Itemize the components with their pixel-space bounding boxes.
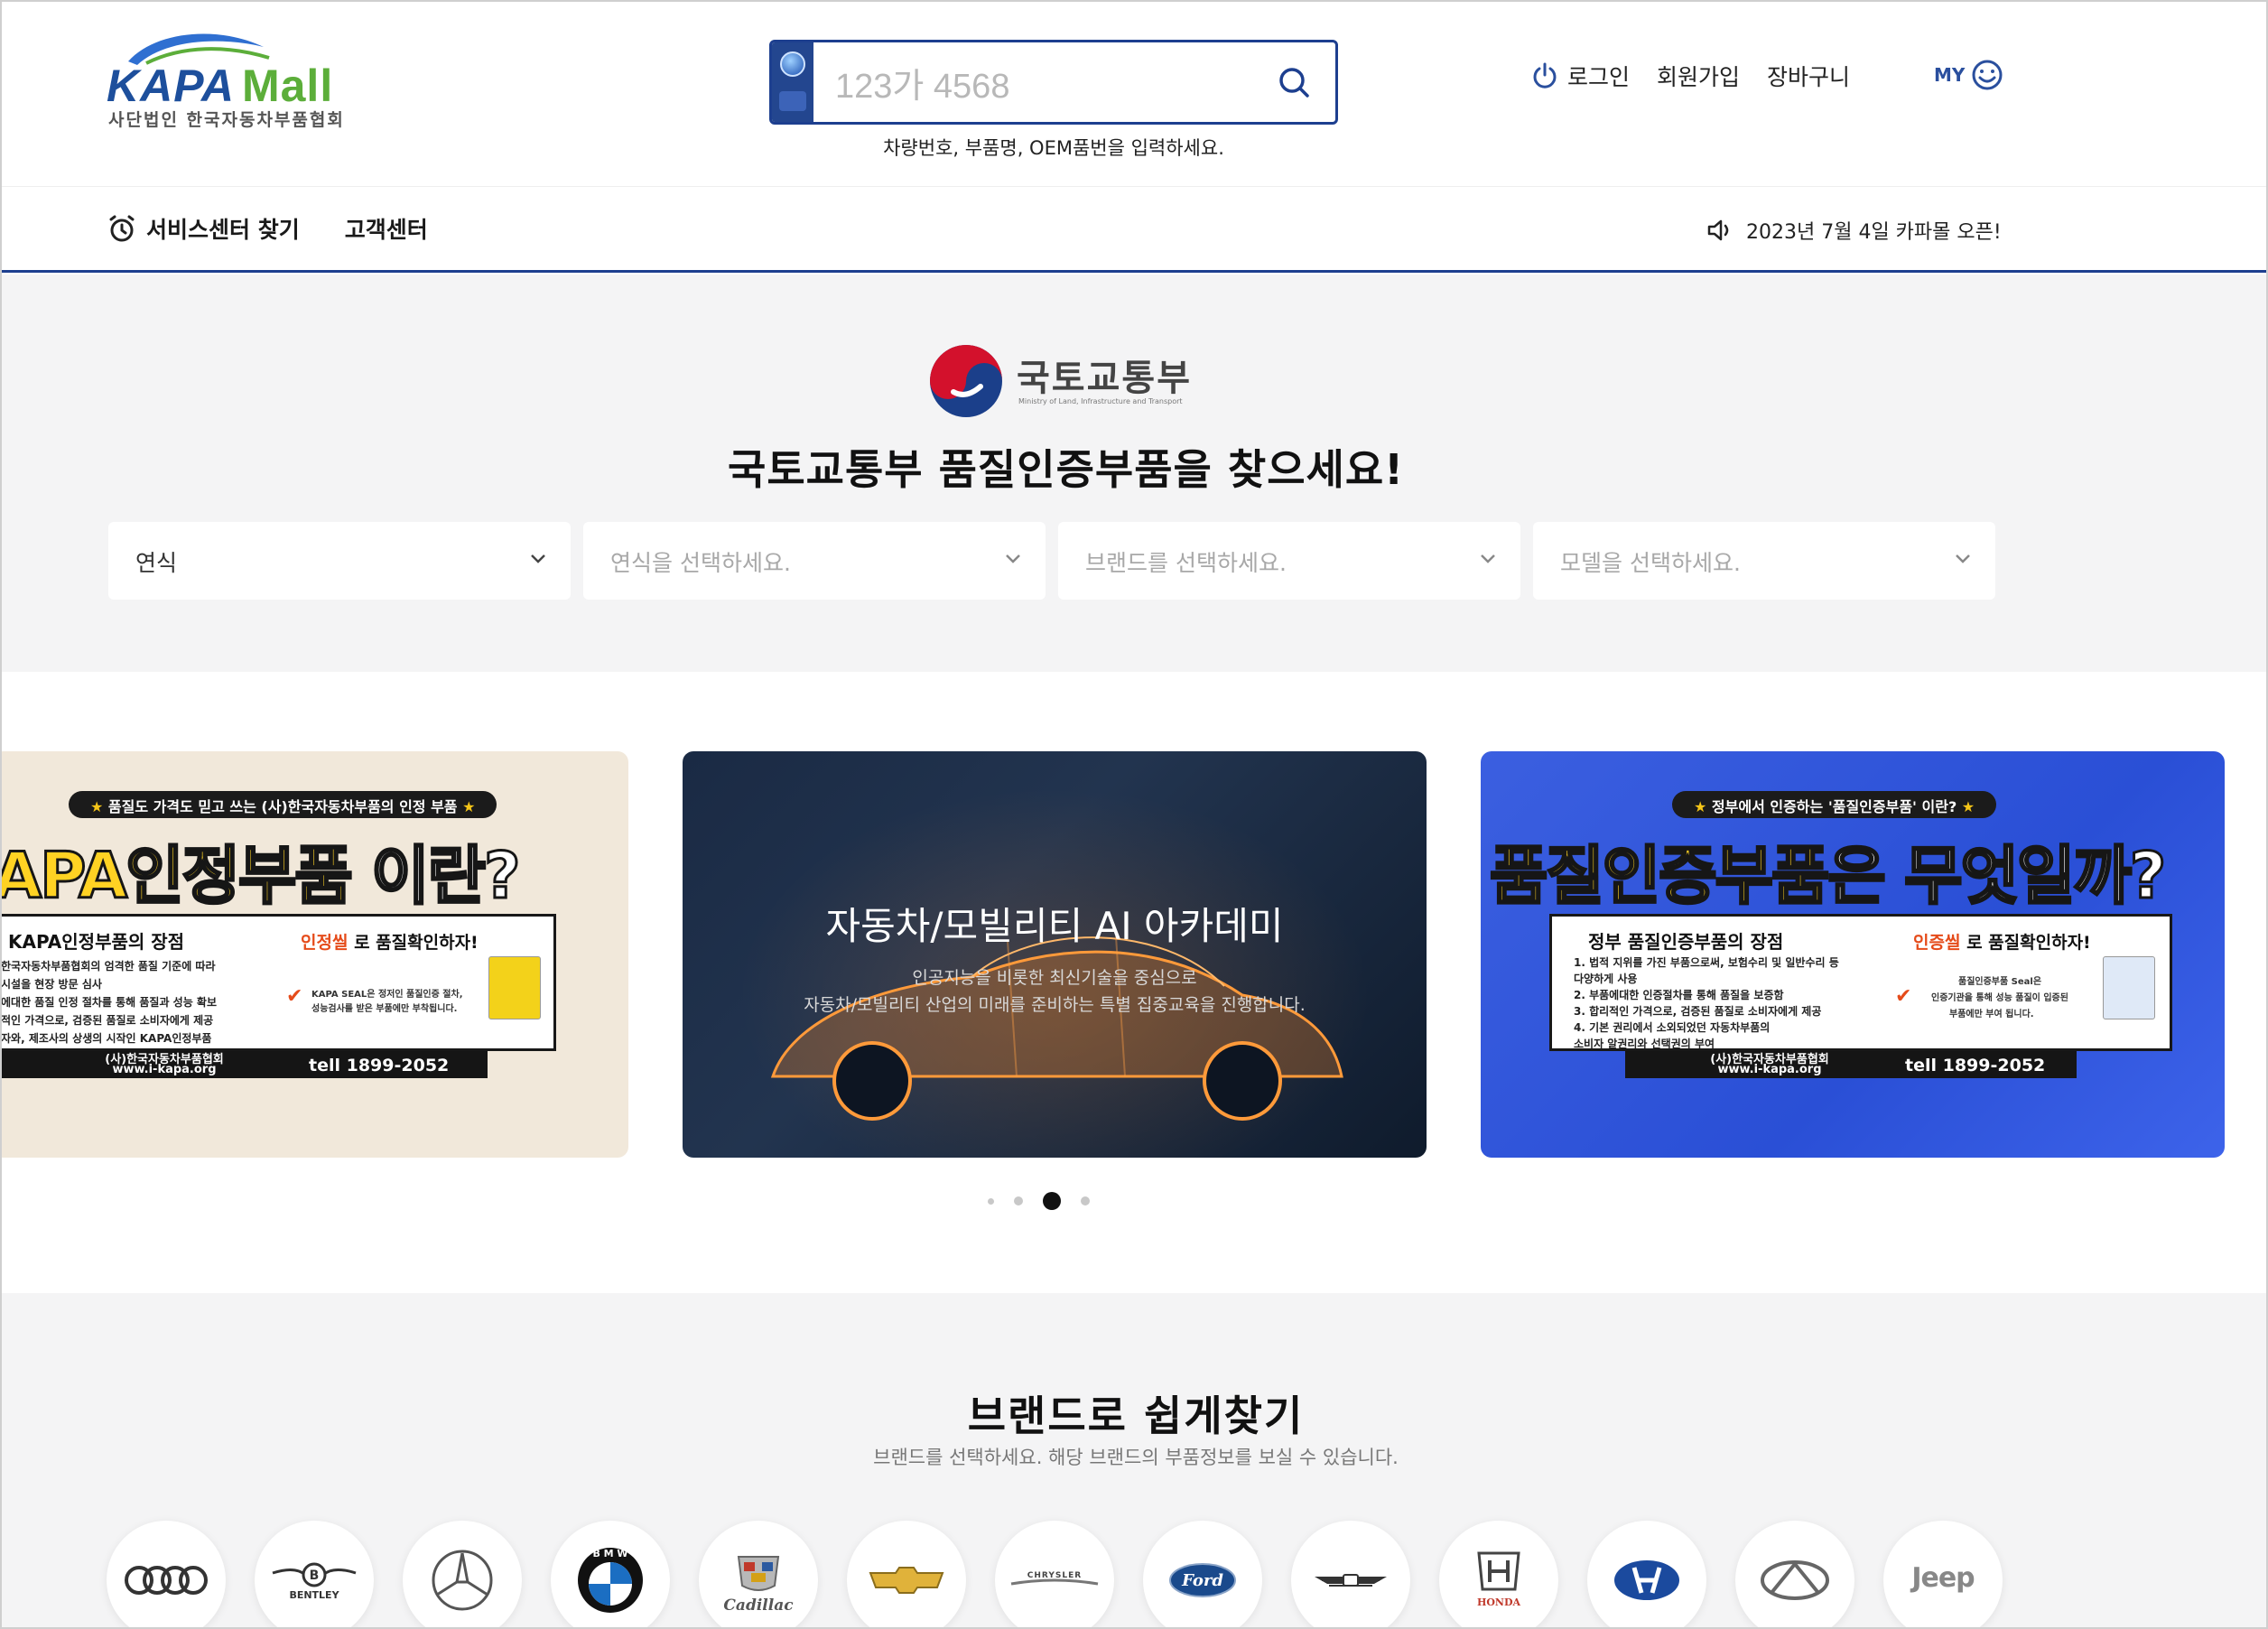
brand-section: 브랜드로 쉽게찾기 브랜드를 선택하세요. 해당 브랜드의 부품정보를 보실 수… bbox=[2, 1293, 2266, 1627]
brand-audi[interactable] bbox=[107, 1521, 226, 1627]
vehicle-filter-selects: 연식 연식을 선택하세요. 브랜드를 선택하세요. 모델을 선택하세요. bbox=[108, 522, 1999, 600]
ministry-logo: 국토교통부 Ministry of Land, Infrastructure a… bbox=[926, 341, 1197, 424]
chevron-down-icon bbox=[1956, 554, 1970, 563]
banner-footer: (사)한국자동차부품협회 www.i-kapa.org tell 1899-205… bbox=[1625, 1051, 2077, 1078]
banner-info-card: 정부 품질인증부품의 장점 1. 법적 지위를 가진 부품으로써, 보험수리 및… bbox=[1549, 914, 2172, 1051]
ministry-title: 국토교통부 품질인증부품을 찾으세요! bbox=[728, 445, 1405, 494]
brand-hyundai[interactable] bbox=[1587, 1521, 1706, 1627]
chevrolet-logo-icon bbox=[869, 1567, 944, 1594]
site-logo[interactable]: KAPA Mall 사단법인 한국자동차부품협회 bbox=[107, 27, 377, 135]
brand-chrysler[interactable]: CHRYSLER bbox=[995, 1521, 1114, 1627]
banner-info-card: KAPA인정부품의 장점 한국자동차부품협회의 엄격한 품질 기준에 따라 시설… bbox=[2, 914, 556, 1051]
power-icon bbox=[1533, 62, 1557, 88]
banner-title: 자동차/모빌리티 AI 아카데미 bbox=[825, 904, 1284, 948]
login-link[interactable]: 로그인 bbox=[1531, 60, 1630, 92]
svg-text:B: B bbox=[310, 1568, 320, 1583]
brand-mercedes-benz[interactable] bbox=[403, 1521, 522, 1627]
bentley-logo-icon: B bbox=[272, 1562, 357, 1587]
alarm-clock-icon bbox=[109, 215, 135, 242]
speaker-icon bbox=[1707, 219, 1729, 241]
carousel-dot-active[interactable] bbox=[1043, 1192, 1061, 1210]
vehicle-search-box bbox=[769, 40, 1338, 125]
brand-section-subtitle: 브랜드를 선택하세요. 해당 브랜드의 부품정보를 보실 수 있습니다. bbox=[873, 1447, 1399, 1468]
brand-genesis[interactable] bbox=[1291, 1521, 1410, 1627]
smile-icon bbox=[1972, 60, 2003, 90]
sub-nav: 서비스센터 찾기 고객센터 2023년 7월 4일 카파몰 오픈! bbox=[2, 186, 2266, 273]
select-brand[interactable]: 브랜드를 선택하세요. bbox=[1058, 522, 1520, 600]
brand-cadillac[interactable]: Cadillac bbox=[699, 1521, 818, 1627]
promo-carousel: ★ 품질도 가격도 믿고 쓰는 (사)한국자동차부품의 인정 부품 ★ APA인… bbox=[0, 672, 2266, 1293]
check-icon: ✔ bbox=[1895, 985, 1912, 1008]
my-page-link[interactable]: MY bbox=[1934, 58, 2004, 92]
bmw-logo-icon bbox=[578, 1548, 643, 1613]
banner-headline: APA인정부품 이란? bbox=[0, 838, 522, 915]
seal-badge-icon bbox=[488, 956, 541, 1019]
search-input[interactable] bbox=[835, 57, 1250, 107]
chevron-down-icon bbox=[531, 554, 545, 563]
carousel-pagination bbox=[988, 1192, 1110, 1210]
site-header: KAPAMall 사단법인 한국자동차부품협회 차량번호, 부품명, OEM품번… bbox=[2, 2, 2266, 186]
honda-logo-icon bbox=[1477, 1551, 1520, 1591]
banner-quality-certified[interactable]: ★ 정부에서 인증하는 '품질인증부품' 이란? ★ 품질인증부품은 무엇일까?… bbox=[1481, 751, 2225, 1158]
logo-subtitle: 사단법인 한국자동차부품협회 bbox=[108, 110, 345, 130]
brand-ford[interactable]: Ford bbox=[1143, 1521, 1262, 1627]
seal-badge-icon bbox=[2103, 956, 2155, 1019]
select-model-year[interactable]: 연식을 선택하세요. bbox=[583, 522, 1046, 600]
mercedes-logo-icon bbox=[432, 1550, 493, 1611]
carousel-dot[interactable] bbox=[988, 1197, 994, 1205]
check-icon: ✔ bbox=[286, 985, 303, 1008]
banner-ai-academy[interactable]: 자동차/모빌리티 AI 아카데미 인공지능을 비롯한 최신기술을 중심으로 자동… bbox=[683, 751, 1427, 1158]
infiniti-logo-icon bbox=[1761, 1560, 1829, 1600]
brand-honda[interactable]: HONDA bbox=[1439, 1521, 1558, 1627]
brand-section-title: 브랜드로 쉽게찾기 bbox=[967, 1392, 1305, 1440]
banner-headline: 품질인증부품은 무엇일까? bbox=[1488, 838, 2167, 915]
search-hint: 차량번호, 부품명, OEM품번을 입력하세요. bbox=[883, 137, 1224, 159]
audi-logo-icon bbox=[125, 1566, 208, 1595]
customer-center-link[interactable]: 고객센터 bbox=[345, 212, 428, 245]
brand-bmw[interactable]: B M W bbox=[551, 1521, 670, 1627]
select-model[interactable]: 모델을 선택하세요. bbox=[1533, 522, 1995, 600]
chevron-down-icon bbox=[1006, 554, 1020, 563]
ministry-emblem-icon bbox=[930, 345, 1002, 417]
select-year[interactable]: 연식 bbox=[108, 522, 571, 600]
logo-wordmark: KAPA Mall bbox=[107, 61, 334, 111]
service-center-link[interactable]: 서비스센터 찾기 bbox=[107, 212, 300, 245]
plate-badge-icon bbox=[772, 42, 813, 122]
page-frame: KAPAMall 사단법인 한국자동차부품협회 차량번호, 부품명, OEM품번… bbox=[0, 0, 2268, 1629]
notice-banner[interactable]: 2023년 7월 4일 카파몰 오픈! bbox=[1706, 216, 2002, 245]
brand-jeep[interactable]: Jeep bbox=[1883, 1521, 2003, 1627]
genesis-logo-icon bbox=[1315, 1574, 1387, 1587]
cart-link[interactable]: 장바구니 bbox=[1767, 60, 1850, 92]
carousel-dot[interactable] bbox=[1014, 1196, 1023, 1205]
carousel-dot[interactable] bbox=[1081, 1196, 1090, 1205]
banner-pill: ★ 정부에서 인증하는 '품질인증부품' 이란? ★ bbox=[1672, 791, 1997, 818]
banner-kapa-certified[interactable]: ★ 품질도 가격도 믿고 쓰는 (사)한국자동차부품의 인정 부품 ★ APA인… bbox=[0, 751, 628, 1158]
top-nav: 로그인 회원가입 장바구니 bbox=[1531, 56, 1877, 96]
hyundai-logo-icon bbox=[1614, 1560, 1679, 1600]
banner-pill: ★ 품질도 가격도 믿고 쓰는 (사)한국자동차부품의 인정 부품 ★ bbox=[69, 791, 497, 818]
brand-bentley[interactable]: B BENTLEY bbox=[255, 1521, 374, 1627]
banner-footer: (사)한국자동차부품협회 www.i-kapa.org tell 1899-205… bbox=[2, 1051, 488, 1078]
ministry-search-section: 국토교통부 Ministry of Land, Infrastructure a… bbox=[2, 275, 2266, 672]
brand-chevrolet[interactable] bbox=[847, 1521, 966, 1627]
search-icon[interactable] bbox=[1274, 62, 1315, 104]
signup-link[interactable]: 회원가입 bbox=[1657, 60, 1740, 92]
chevron-down-icon bbox=[1481, 554, 1495, 563]
brand-infiniti[interactable] bbox=[1735, 1521, 1854, 1627]
